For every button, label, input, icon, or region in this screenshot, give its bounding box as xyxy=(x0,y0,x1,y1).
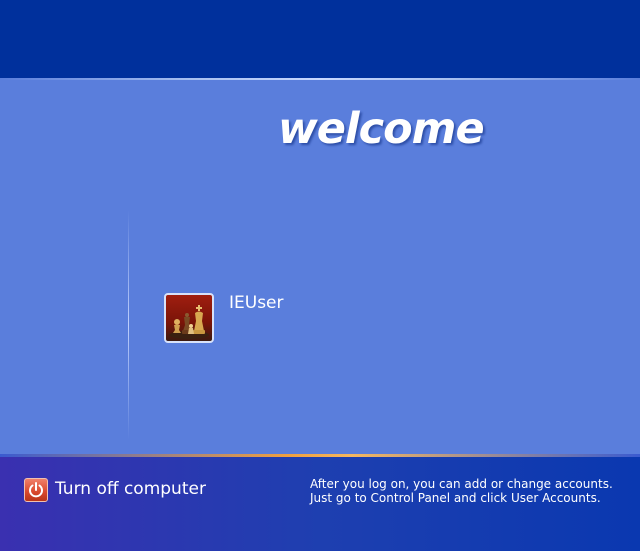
info-line-2: Just go to Control Panel and click User … xyxy=(310,491,601,505)
user-tile-ieuser[interactable]: IEUser xyxy=(164,293,394,349)
avatar[interactable] xyxy=(164,293,214,343)
info-line-1: After you log on, you can add or change … xyxy=(310,477,613,491)
top-banner xyxy=(0,0,640,78)
vertical-divider xyxy=(128,210,129,440)
turn-off-label[interactable]: Turn off computer xyxy=(55,479,206,499)
power-icon[interactable] xyxy=(24,478,48,502)
chess-pieces-icon xyxy=(169,305,209,339)
user-name-label[interactable]: IEUser xyxy=(229,293,284,313)
account-info-text: After you log on, you can add or change … xyxy=(310,477,630,505)
welcome-heading: welcome xyxy=(278,104,485,154)
